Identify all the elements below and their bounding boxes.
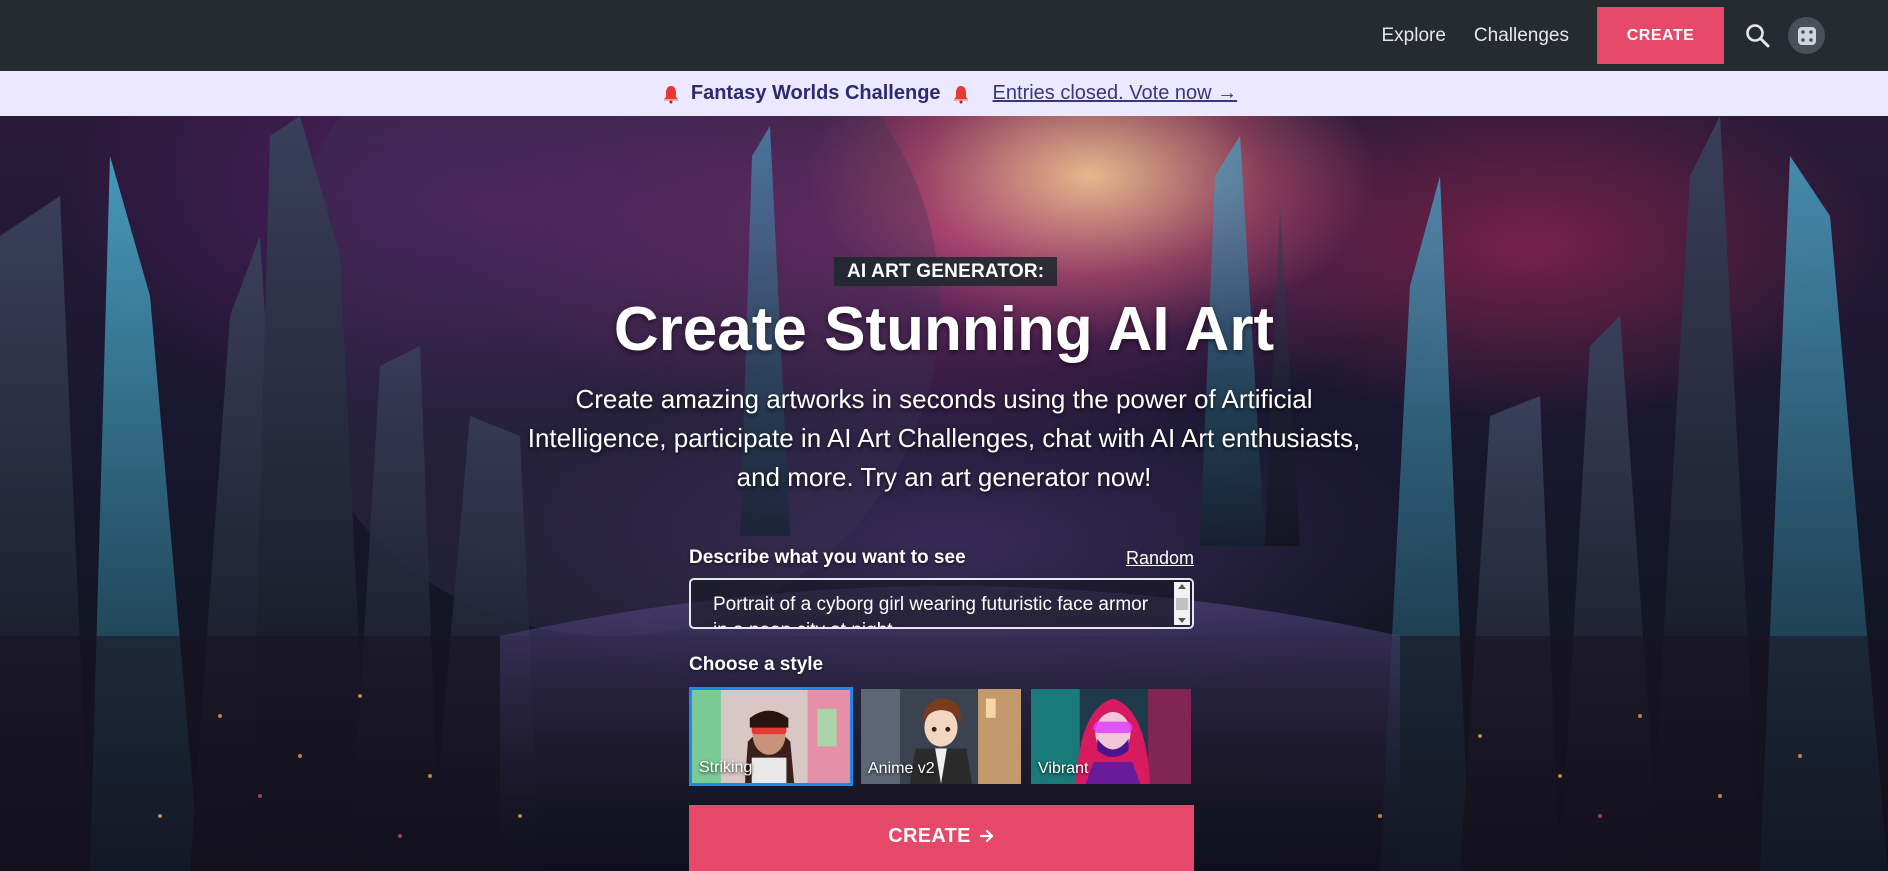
banner-title: Fantasy Worlds Challenge (690, 82, 941, 104)
prompt-box: Portrait of a cyborg girl wearing futuri… (689, 578, 1194, 629)
style-name: Vibrant (1038, 760, 1089, 777)
style-picker: Striking Anime v2 Vibrant (689, 687, 1194, 786)
style-label: Choose a style (689, 654, 824, 675)
hero-section: AI ART GENERATOR: Create Stunning AI Art… (0, 116, 1888, 871)
nav-explore-link[interactable]: Explore (1382, 25, 1446, 47)
challenge-banner: Fantasy Worlds Challenge Entries closed.… (0, 71, 1888, 116)
nav-challenges-link[interactable]: Challenges (1474, 25, 1569, 47)
create-button[interactable]: CREATE (689, 805, 1194, 871)
dice-icon (1797, 26, 1817, 46)
prompt-scrollbar[interactable] (1174, 582, 1190, 625)
hero-subtitle: Create amazing artworks in seconds using… (527, 384, 1361, 492)
style-option-vibrant[interactable]: Vibrant (1029, 687, 1193, 786)
random-prompt-link[interactable]: Random (1126, 548, 1194, 569)
scroll-up-icon[interactable] (1178, 584, 1186, 589)
bell-icon (951, 84, 971, 104)
search-icon[interactable] (1742, 20, 1774, 52)
scroll-thumb[interactable] (1176, 597, 1188, 610)
prompt-input[interactable]: Portrait of a cyborg girl wearing futuri… (691, 580, 1192, 627)
prompt-label: Describe what you want to see (689, 547, 966, 568)
top-nav: Explore Challenges CREATE (0, 0, 1888, 71)
style-option-striking[interactable]: Striking (689, 687, 853, 786)
style-name: Striking (699, 759, 753, 776)
hero-badge: AI ART GENERATOR: (834, 257, 1058, 286)
prompt-header: Describe what you want to see Random (689, 544, 1194, 572)
style-name: Anime v2 (868, 760, 935, 777)
page-title: Create Stunning AI Art (613, 295, 1275, 364)
style-option-anime-v2[interactable]: Anime v2 (859, 687, 1023, 786)
vote-now-link[interactable]: Entries closed. Vote now → (993, 82, 1238, 105)
avatar[interactable] (1788, 17, 1825, 54)
scroll-down-icon[interactable] (1178, 618, 1186, 623)
nav-create-button[interactable]: CREATE (1597, 7, 1724, 64)
create-button-label: CREATE (888, 824, 971, 847)
generator-form: Describe what you want to see Random Por… (689, 544, 1194, 871)
arrow-right-icon (979, 828, 995, 844)
bell-icon (661, 84, 681, 104)
style-header: Choose a style (689, 653, 1194, 677)
